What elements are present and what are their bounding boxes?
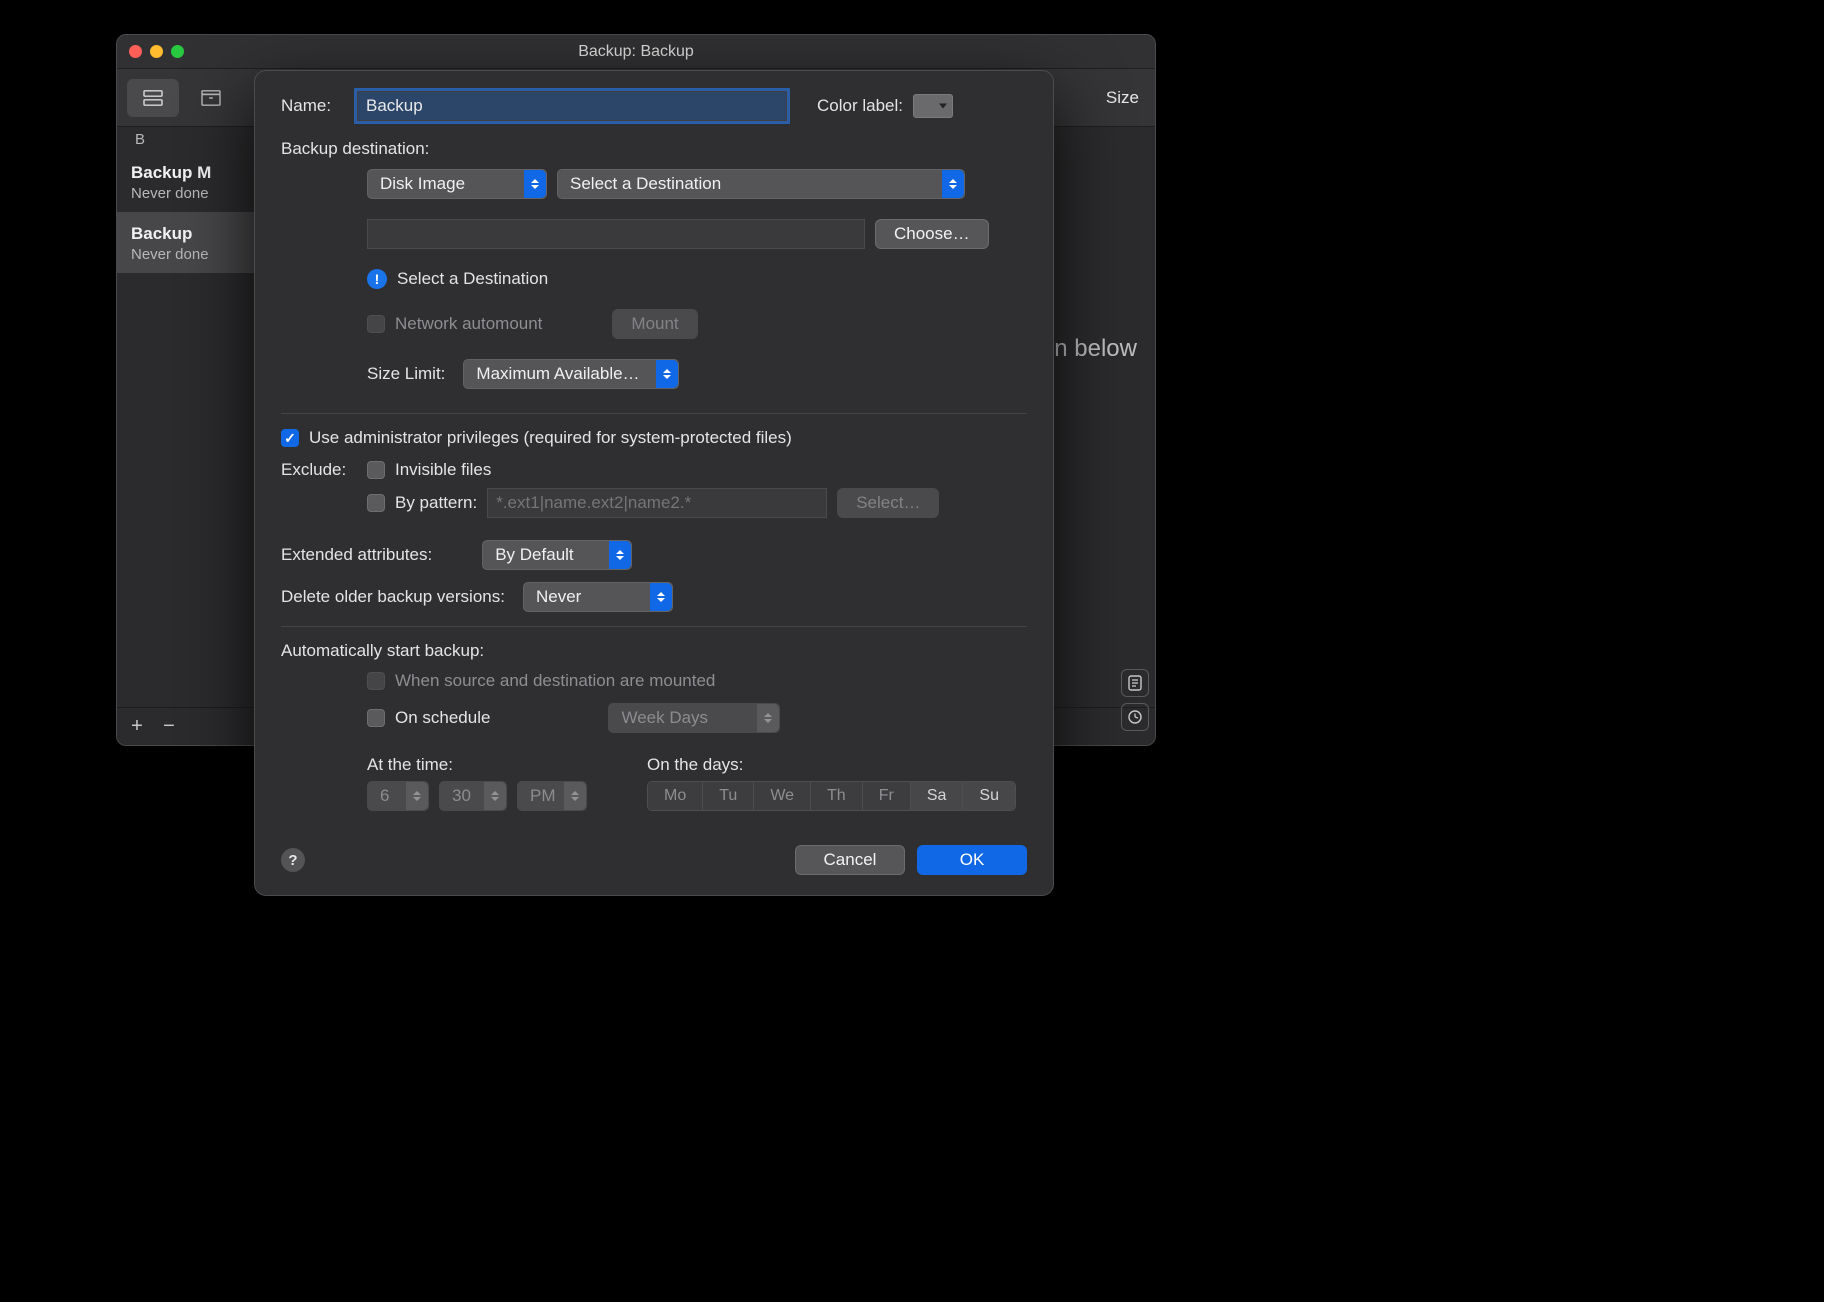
destination-location-select[interactable]: Select a Destination [557,169,965,199]
exclude-select-button[interactable]: Select… [837,488,939,518]
time-ampm-stepper[interactable]: PM [517,781,587,811]
updown-arrows-icon [564,782,586,810]
on-days-group: On the days: Mo Tu We Th Fr Sa Su [647,755,1016,811]
exclude-label: Exclude: [281,460,357,480]
clock-icon [1127,709,1143,725]
destination-location-value: Select a Destination [570,174,721,194]
schedule-mode-select[interactable]: Week Days [608,703,780,733]
updown-arrows-icon [942,170,964,198]
exclude-pattern-label: By pattern: [395,493,477,513]
dialog-footer: ? Cancel OK [281,845,1027,875]
delete-older-label: Delete older backup versions: [281,587,505,607]
remove-plan-button[interactable]: − [159,715,179,738]
exclude-invisible-label: Invisible files [395,460,491,480]
auto-when-mounted-checkbox[interactable] [367,672,385,690]
plan-title: Backup [131,224,274,244]
time-hour-stepper[interactable]: 6 [367,781,429,811]
destination-section-title: Backup destination: [281,139,1027,159]
zoom-window-button[interactable] [171,45,184,58]
schedule-mode-value: Week Days [621,708,708,728]
time-hour-value: 6 [380,786,389,806]
destination-info-text: Select a Destination [397,269,548,289]
destination-type-value: Disk Image [380,174,465,194]
name-label: Name: [281,96,347,116]
day-we[interactable]: We [754,782,811,810]
updown-arrows-icon [406,782,428,810]
mount-button[interactable]: Mount [612,309,697,339]
day-fr[interactable]: Fr [863,782,911,810]
day-mo[interactable]: Mo [648,782,703,810]
network-automount-label: Network automount [395,314,542,334]
size-limit-select[interactable]: Maximum Available… [463,359,679,389]
plan-subtitle: Never done [131,246,274,263]
updown-arrows-icon [524,170,546,198]
size-limit-value: Maximum Available… [476,364,639,384]
on-schedule-checkbox[interactable] [367,709,385,727]
window-title: Backup: Backup [117,43,1155,61]
separator [281,626,1027,627]
on-schedule-label: On schedule [395,708,490,728]
ok-button[interactable]: OK [917,845,1027,875]
auto-start-section-title: Automatically start backup: [281,641,1027,661]
at-time-label: At the time: [367,755,597,775]
updown-arrows-icon [757,704,779,732]
title-bar: Backup: Backup [117,35,1155,69]
name-input[interactable] [357,91,787,121]
day-tu[interactable]: Tu [703,782,754,810]
network-automount-checkbox[interactable] [367,315,385,333]
admin-privileges-label: Use administrator privileges (required f… [309,428,792,448]
plan-subtitle: Never done [131,185,274,202]
delete-older-value: Never [536,587,581,607]
exclude-pattern-input[interactable] [487,488,827,518]
auto-when-mounted-label: When source and destination are mounted [395,671,715,691]
time-minute-stepper[interactable]: 30 [439,781,507,811]
plan-title: Backup M [131,163,274,183]
delete-older-select[interactable]: Never [523,582,673,612]
updown-arrows-icon [650,583,672,611]
toolbar-tab-sublabel: B [135,131,145,148]
box-icon [200,89,222,107]
separator [281,413,1027,414]
traffic-lights [129,45,184,58]
at-time-group: At the time: 6 30 PM [367,755,597,821]
destination-path-input[interactable] [367,219,865,249]
toolbar-tab-plans[interactable] [127,79,179,117]
day-sa[interactable]: Sa [911,782,964,810]
size-limit-label: Size Limit: [367,364,445,384]
minimize-window-button[interactable] [150,45,163,58]
help-button[interactable]: ? [281,848,305,872]
column-header-size[interactable]: Size [1106,88,1145,108]
info-icon: ! [367,269,387,289]
updown-arrows-icon [656,360,678,388]
exclude-invisible-checkbox[interactable] [367,461,385,479]
notes-icon-button[interactable] [1121,669,1149,697]
extended-attributes-label: Extended attributes: [281,545,432,565]
backup-settings-dialog: Name: Color label: Backup destination: D… [254,70,1054,896]
stack-icon [142,89,164,107]
time-minute-value: 30 [452,786,471,806]
color-label: Color label: [817,96,903,116]
exclude-pattern-checkbox[interactable] [367,494,385,512]
schedule-icon-button[interactable] [1121,703,1149,731]
on-days-label: On the days: [647,755,1016,775]
cancel-button[interactable]: Cancel [795,845,905,875]
color-label-picker[interactable] [913,94,953,118]
updown-arrows-icon [484,782,506,810]
toolbar-tab-archive[interactable] [185,79,237,117]
extended-attributes-value: By Default [495,545,573,565]
days-segmented-control[interactable]: Mo Tu We Th Fr Sa Su [647,781,1016,811]
choose-destination-button[interactable]: Choose… [875,219,989,249]
admin-privileges-checkbox[interactable] [281,429,299,447]
extended-attributes-select[interactable]: By Default [482,540,632,570]
time-ampm-value: PM [530,786,556,806]
right-side-icons [1121,669,1149,731]
close-window-button[interactable] [129,45,142,58]
document-icon [1127,675,1143,691]
updown-arrows-icon [609,541,631,569]
day-su[interactable]: Su [963,782,1015,810]
day-th[interactable]: Th [811,782,863,810]
add-plan-button[interactable]: + [127,715,147,738]
destination-type-select[interactable]: Disk Image [367,169,547,199]
